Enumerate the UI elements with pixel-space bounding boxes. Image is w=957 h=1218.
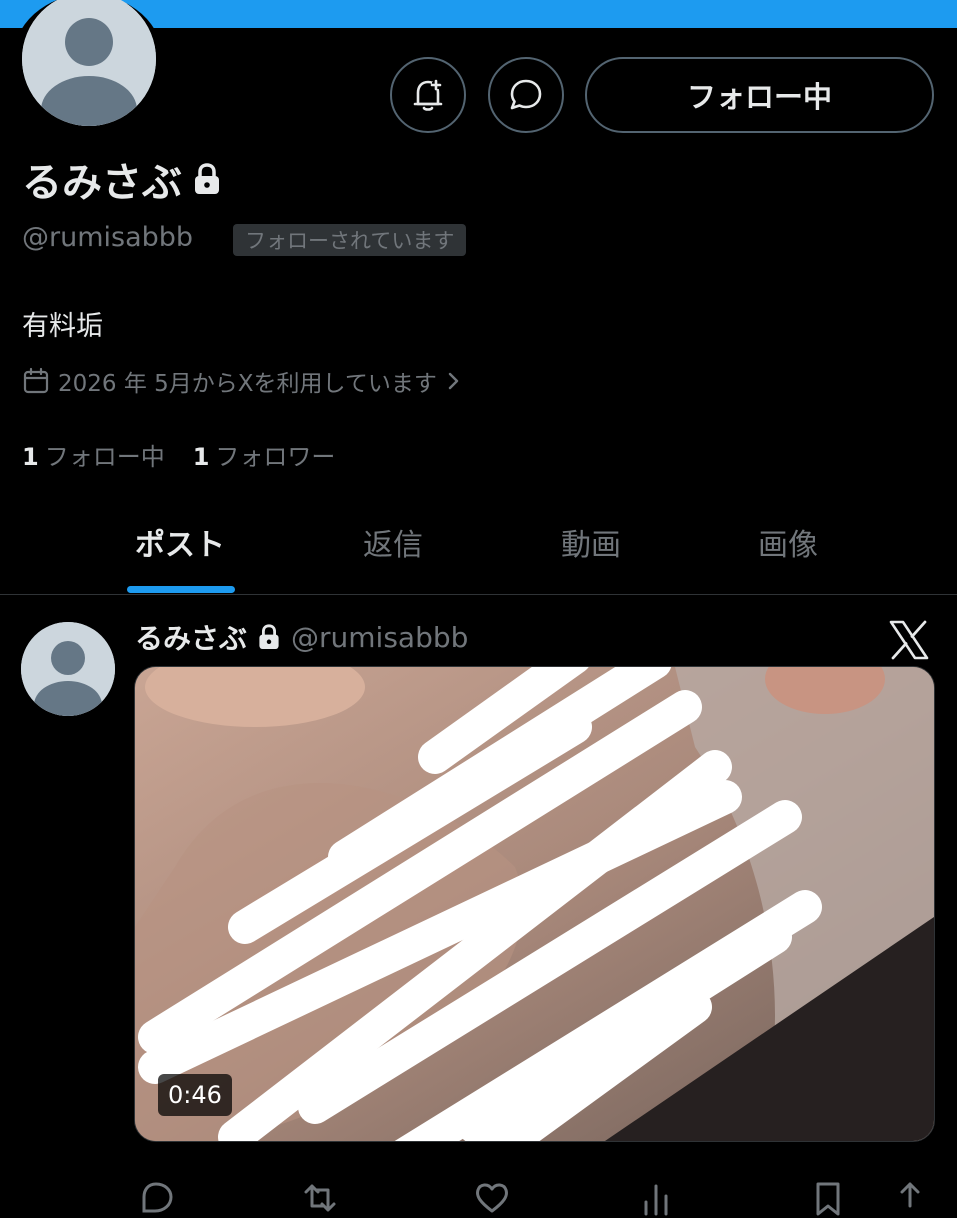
following-count: 1 [22, 443, 39, 471]
profile-display-name: るみさぶ [22, 150, 222, 208]
lock-icon [259, 624, 279, 649]
default-avatar-icon [21, 622, 115, 716]
reply-icon[interactable] [136, 1178, 176, 1218]
video-thumbnail [135, 667, 934, 1141]
post-header: るみさぶ @rumisabbb [135, 617, 468, 657]
post-avatar[interactable] [21, 622, 115, 716]
post-video[interactable] [134, 666, 935, 1142]
joined-date-text: 2026 年 5月からXを利用しています [58, 371, 437, 397]
like-icon[interactable] [472, 1178, 512, 1218]
notification-button[interactable] [390, 57, 466, 133]
bell-plus-icon [413, 79, 443, 111]
lock-icon [195, 163, 219, 194]
display-name-text: るみさぶ [22, 160, 182, 206]
post-handle: @rumisabbb [291, 620, 469, 654]
following-stat[interactable]: 1 フォロー中 [22, 437, 165, 472]
tab-replies[interactable]: 返信 [293, 520, 493, 564]
profile-bio: 有料垢 [22, 311, 103, 342]
video-duration: 0:46 [158, 1074, 232, 1116]
profile-handle: @rumisabbb [22, 222, 194, 253]
following-label: フォロー中 [44, 443, 165, 471]
joined-date-row[interactable]: 2026 年 5月からXを利用しています [22, 364, 463, 398]
x-logo-icon [889, 620, 929, 660]
chevron-right-icon [448, 372, 459, 390]
profile-tabs: ポスト 返信 動画 画像 [0, 500, 957, 595]
follows-you-badge: フォローされています [233, 224, 467, 256]
active-tab-indicator [127, 586, 235, 593]
followers-label: フォロワー [215, 443, 336, 471]
views-icon[interactable] [636, 1178, 676, 1218]
post-display-name[interactable]: るみさぶ [135, 617, 247, 657]
tab-posts[interactable]: ポスト [80, 520, 280, 564]
bookmark-icon[interactable] [808, 1178, 848, 1218]
followers-count: 1 [192, 443, 210, 471]
follow-stats: 1 フォロー中 1 フォロワー [22, 437, 335, 472]
followers-stat[interactable]: 1 フォロワー [193, 437, 336, 472]
calendar-icon [23, 367, 49, 394]
share-icon[interactable] [890, 1178, 930, 1218]
repost-icon[interactable] [300, 1178, 340, 1218]
tab-videos[interactable]: 動画 [491, 520, 691, 564]
message-icon [510, 79, 542, 110]
following-button[interactable]: フォロー中 [585, 57, 934, 133]
message-button[interactable] [488, 57, 564, 133]
tab-images[interactable]: 画像 [688, 520, 888, 564]
